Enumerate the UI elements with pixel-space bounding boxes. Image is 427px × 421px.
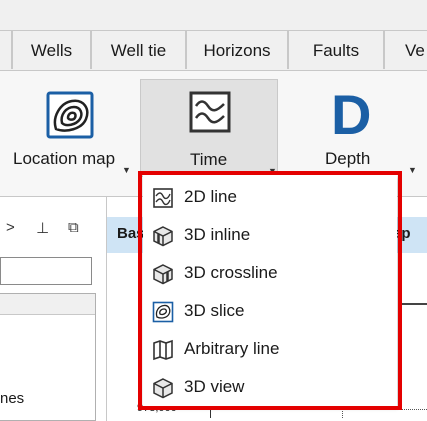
- time-section-icon: [188, 90, 232, 139]
- location-map-icon: [44, 89, 96, 146]
- highlight-annotation-box: [138, 171, 402, 410]
- depth-label: Depth: [325, 149, 371, 168]
- title-strip: [0, 0, 427, 30]
- chevron-down-icon[interactable]: ▼: [122, 165, 131, 175]
- location-map-label: Location map: [13, 149, 116, 168]
- tab-previous-partial[interactable]: [0, 30, 12, 69]
- tab-faults[interactable]: Faults: [288, 30, 384, 69]
- chevron-down-icon[interactable]: ▼: [408, 165, 417, 175]
- tab-horizons[interactable]: Horizons: [186, 30, 288, 69]
- tab-wells[interactable]: Wells: [12, 30, 91, 69]
- pin-icon[interactable]: ⊥: [36, 219, 49, 237]
- grid-line: [342, 409, 343, 418]
- depth-button[interactable]: D Depth ▼: [282, 79, 420, 177]
- nav-arrow-icon[interactable]: >: [6, 219, 15, 236]
- tab-ve-partial[interactable]: Ve: [384, 30, 427, 69]
- map-frame-top: [401, 303, 427, 305]
- tab-well-tie[interactable]: Well tie: [91, 30, 186, 69]
- panel-list-header: [0, 294, 95, 315]
- time-button[interactable]: Time ▼: [140, 79, 278, 177]
- restore-window-icon[interactable]: ⧉: [68, 219, 79, 236]
- list-item-truncated[interactable]: nes: [0, 390, 24, 407]
- panel-search-input[interactable]: [0, 257, 92, 285]
- left-dock-panel: > ⊥ ⧉ nes: [0, 197, 106, 421]
- depth-d-icon: D: [331, 83, 372, 146]
- location-map-button[interactable]: Location map ▼: [8, 79, 136, 177]
- ribbon-tab-bar: Wells Well tie Horizons Faults Ve: [0, 30, 427, 71]
- time-label: Time: [190, 150, 228, 169]
